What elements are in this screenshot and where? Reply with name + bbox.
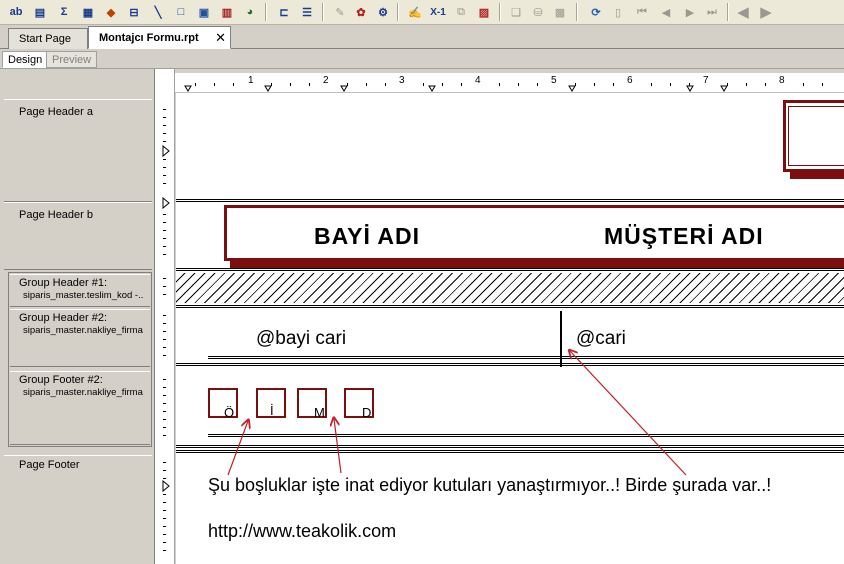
toolbar-separator bbox=[576, 3, 578, 21]
toolbar: ab ▤ Σ ▦ ◆ ⊟ ╲ □ ▣ ▥ ◕ ⊏ ☰ ✎ ✿ ⚙ ✍ X-1 ⧉… bbox=[0, 0, 844, 25]
toolbar-separator bbox=[727, 3, 729, 21]
next-page-icon[interactable]: ▶ bbox=[680, 2, 700, 22]
forward-icon[interactable]: ▶ bbox=[756, 2, 776, 22]
text-object-button[interactable]: ab bbox=[6, 2, 26, 22]
horizontal-ruler: 1 2 3 4 5 6 7 8 bbox=[175, 73, 844, 93]
tab-preview[interactable]: Preview bbox=[46, 51, 98, 68]
prev-page-icon[interactable]: ◀ bbox=[656, 2, 676, 22]
section-group-footer-2[interactable]: Group Footer #2: siparis_master.nakliye_… bbox=[10, 371, 150, 445]
toolbar-separator bbox=[322, 3, 324, 21]
toolbar-separator bbox=[397, 3, 399, 21]
report-design-canvas[interactable]: BAYİ ADI MÜŞTERİ ADI @bayi cari @cari Ö … bbox=[176, 93, 844, 564]
formula-workshop-icon[interactable]: ✍ bbox=[405, 2, 425, 22]
guide-marker-icons bbox=[162, 144, 170, 493]
vertical-ruler bbox=[155, 69, 175, 564]
print-icon[interactable]: ▩ bbox=[550, 2, 570, 22]
section-page-header-b[interactable]: Page Header b bbox=[4, 202, 152, 270]
first-page-icon[interactable]: ⏮ bbox=[632, 2, 652, 22]
ruler-number: 7 bbox=[703, 75, 709, 86]
hide-icon[interactable]: ⧉ bbox=[451, 2, 471, 22]
tab-start-page[interactable]: Start Page bbox=[8, 28, 88, 49]
ruler-number: 8 bbox=[779, 75, 785, 86]
toolbar-separator bbox=[499, 3, 501, 21]
map-icon[interactable]: ◕ bbox=[240, 2, 260, 22]
section-group-header-1[interactable]: Group Header #1: siparis_master.teslim_k… bbox=[10, 274, 150, 307]
back-icon[interactable]: ◀ bbox=[733, 2, 753, 22]
field-object-icon[interactable]: ▤ bbox=[30, 2, 50, 22]
chart-icon[interactable]: ▥ bbox=[217, 2, 237, 22]
section-list-panel: Page Header a Page Header b Group Header… bbox=[0, 69, 155, 564]
ruler-number: 4 bbox=[475, 75, 481, 86]
cross-tab-icon[interactable]: ▦ bbox=[78, 2, 98, 22]
toolbar-separator bbox=[265, 3, 267, 21]
tab-design[interactable]: Design bbox=[2, 51, 49, 68]
section-group-header-2[interactable]: Group Header #2: siparis_master.nakliye_… bbox=[10, 309, 150, 367]
section-expert-icon[interactable]: ☰ bbox=[297, 2, 317, 22]
last-page-icon[interactable]: ⏭ bbox=[702, 2, 722, 22]
section-page-header-a[interactable]: Page Header a bbox=[4, 99, 152, 202]
select-expert-icon[interactable]: ✿ bbox=[351, 2, 371, 22]
section-page-footer[interactable]: Page Footer bbox=[4, 455, 152, 564]
record-sort-icon[interactable]: ⚙ bbox=[373, 2, 393, 22]
tab-montajci-formu[interactable]: Montajcı Formu.rpt ✕ bbox=[88, 26, 231, 49]
database-icon[interactable]: ⛁ bbox=[528, 2, 548, 22]
ole-object-icon[interactable]: ◆ bbox=[101, 2, 121, 22]
view-mode-bar: Design Preview bbox=[0, 49, 844, 69]
close-icon[interactable]: ✕ bbox=[215, 30, 226, 46]
ruler-number: 2 bbox=[323, 75, 329, 86]
refresh-icon[interactable]: ⟳ bbox=[586, 2, 606, 22]
annotation-arrows bbox=[227, 93, 687, 476]
x1-button[interactable]: X-1 bbox=[428, 2, 448, 22]
line-icon[interactable]: ╲ bbox=[148, 2, 168, 22]
insert-group-icon[interactable]: ⊏ bbox=[274, 2, 294, 22]
ruler-number: 1 bbox=[248, 75, 254, 86]
ruler-number: 5 bbox=[551, 75, 557, 86]
report-options-icon[interactable]: ▨ bbox=[474, 2, 494, 22]
document-tab-bar: Start Page Montajcı Formu.rpt ✕ bbox=[0, 25, 844, 49]
export-icon[interactable]: ▯ bbox=[608, 2, 628, 22]
ruler-number: 3 bbox=[399, 75, 405, 86]
subreport-icon[interactable]: ⊟ bbox=[124, 2, 144, 22]
picture-icon[interactable]: ▣ bbox=[194, 2, 214, 22]
format-painter-icon[interactable]: ✎ bbox=[330, 2, 350, 22]
box-icon[interactable]: □ bbox=[171, 2, 191, 22]
sql-icon[interactable]: ❏ bbox=[506, 2, 526, 22]
ruler-number: 6 bbox=[627, 75, 633, 86]
summary-button[interactable]: Σ bbox=[54, 2, 74, 22]
